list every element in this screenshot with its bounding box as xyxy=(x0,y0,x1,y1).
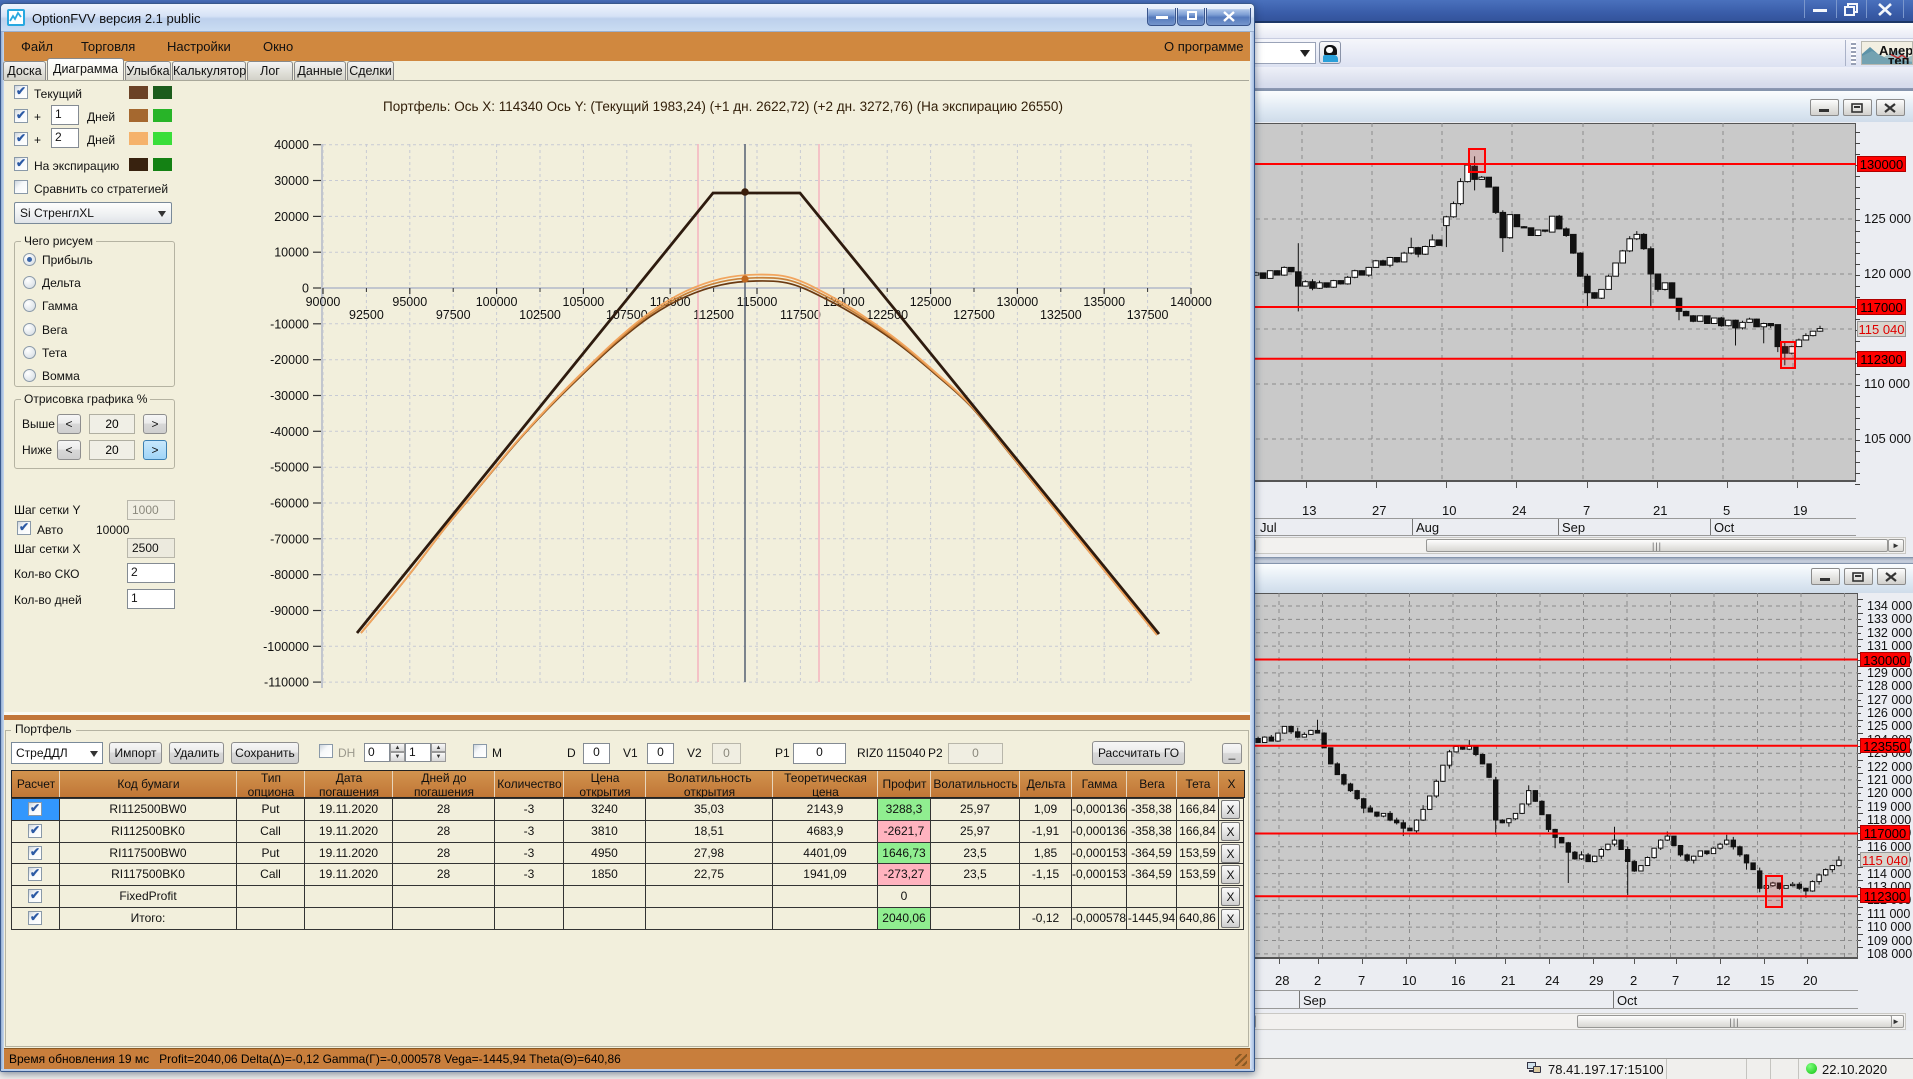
svg-text:-40000: -40000 xyxy=(270,425,309,439)
svg-text:140000: 140000 xyxy=(1170,295,1212,309)
svg-text:-20000: -20000 xyxy=(270,353,309,367)
svg-text:40000: 40000 xyxy=(274,138,309,152)
svg-text:92500: 92500 xyxy=(349,308,384,322)
svg-text:137500: 137500 xyxy=(1127,308,1169,322)
svg-text:97500: 97500 xyxy=(436,308,471,322)
svg-text:112500: 112500 xyxy=(693,308,734,322)
svg-text:0: 0 xyxy=(302,282,309,296)
svg-text:127500: 127500 xyxy=(953,308,995,322)
svg-text:-70000: -70000 xyxy=(270,532,309,546)
svg-text:-100000: -100000 xyxy=(263,640,309,654)
svg-text:20000: 20000 xyxy=(274,210,309,224)
svg-text:102500: 102500 xyxy=(519,308,561,322)
svg-text:-90000: -90000 xyxy=(270,604,309,618)
svg-text:Портфель: Ось X: 114340 Ось Y:: Портфель: Ось X: 114340 Ось Y: (Текущий … xyxy=(383,99,1063,114)
svg-text:-30000: -30000 xyxy=(270,389,309,403)
svg-text:-80000: -80000 xyxy=(270,568,309,582)
svg-text:130000: 130000 xyxy=(997,295,1039,309)
svg-text:-110000: -110000 xyxy=(264,676,309,690)
svg-text:100000: 100000 xyxy=(476,295,518,309)
svg-text:90000: 90000 xyxy=(306,295,341,309)
svg-text:105000: 105000 xyxy=(563,295,605,309)
svg-text:132500: 132500 xyxy=(1040,308,1082,322)
svg-text:95000: 95000 xyxy=(392,295,427,309)
svg-text:125000: 125000 xyxy=(910,295,952,309)
svg-text:135000: 135000 xyxy=(1083,295,1125,309)
svg-text:115000: 115000 xyxy=(737,295,778,309)
svg-text:-60000: -60000 xyxy=(270,497,309,511)
svg-text:30000: 30000 xyxy=(274,174,309,188)
svg-text:117500: 117500 xyxy=(780,308,821,322)
svg-text:-10000: -10000 xyxy=(270,317,309,331)
svg-text:10000: 10000 xyxy=(274,246,309,260)
svg-text:-50000: -50000 xyxy=(270,461,309,475)
